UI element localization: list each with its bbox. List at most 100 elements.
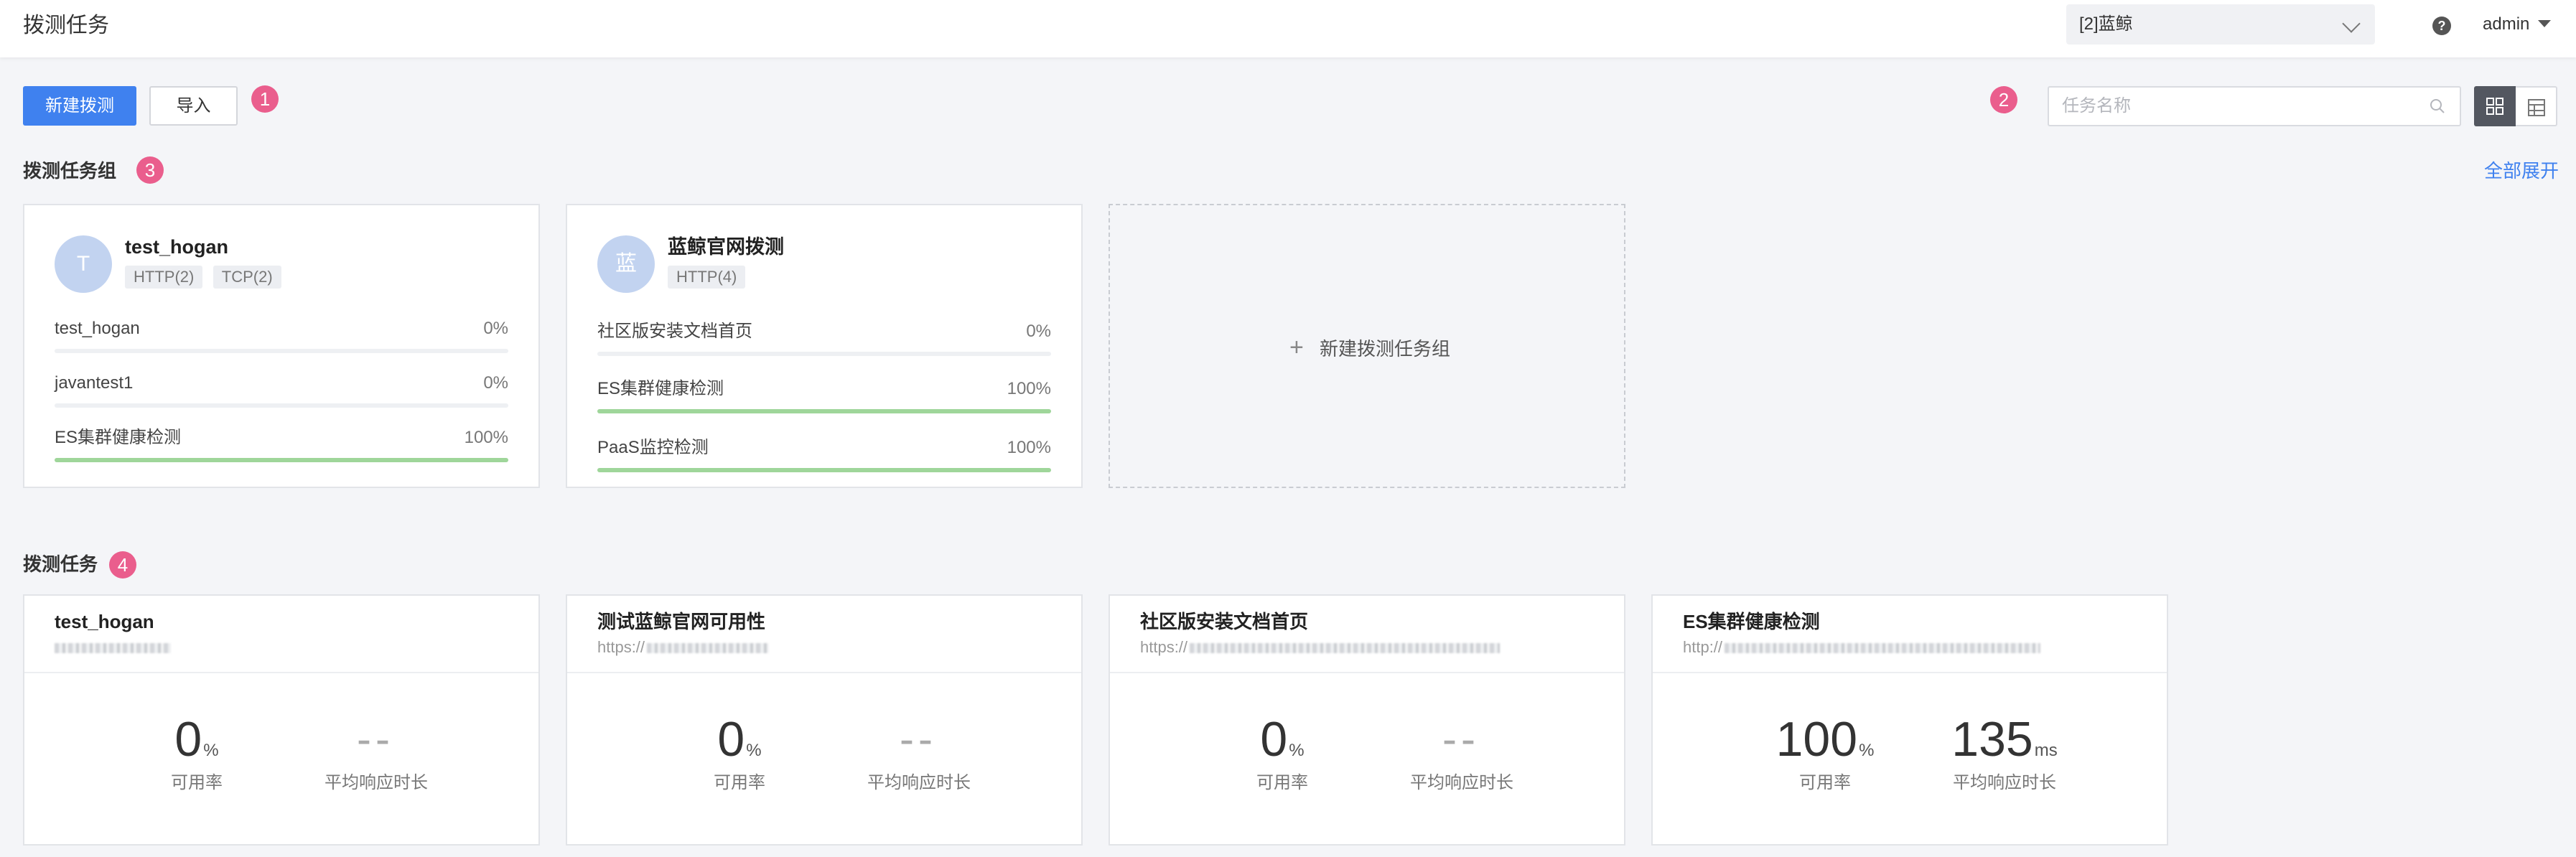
task-card-header: 测试蓝鲸官网可用性 https://	[567, 596, 1081, 673]
avg-response-value: --	[357, 715, 394, 763]
task-card[interactable]: 测试蓝鲸官网可用性 https:// 0% 可用率 -- 平均响应时长	[566, 594, 1083, 846]
progress-bar	[597, 468, 1051, 472]
availability-value: 0	[717, 712, 745, 767]
group-task-row[interactable]: javantest1 0%	[55, 372, 508, 408]
group-task-row[interactable]: 社区版安装文档首页 0%	[597, 320, 1051, 356]
task-address-text: https://	[597, 638, 645, 656]
username: admin	[2483, 14, 2530, 34]
redacted-address	[55, 643, 171, 654]
availability-label: 可用率	[171, 773, 223, 792]
grid-view-icon	[2486, 98, 2503, 115]
new-task-group-label: 新建拨测任务组	[1320, 338, 1451, 360]
avg-response-label: 平均响应时长	[325, 773, 428, 792]
task-card[interactable]: 社区版安装文档首页 https:// 0% 可用率 -- 平均响应时长	[1109, 594, 1625, 846]
avg-response-unit: ms	[2034, 741, 2058, 760]
avg-response-metric: -- 平均响应时长	[1383, 711, 1541, 795]
avg-response-value: --	[1442, 715, 1480, 763]
task-group-card[interactable]: 蓝 蓝鲸官网拨测 HTTP(4) 社区版安装文档首页 0% ES集群健康检测 1…	[566, 204, 1083, 488]
availability-label: 可用率	[714, 773, 765, 792]
availability-label: 可用率	[1256, 773, 1308, 792]
task-card-header: ES集群健康检测 http://	[1653, 596, 2167, 673]
new-dial-test-button[interactable]: 新建拨测	[23, 86, 136, 126]
avatar: 蓝	[597, 235, 655, 293]
task-card[interactable]: test_hogan 0% 可用率 -- 平均响应时长	[23, 594, 540, 846]
progress-bar	[597, 409, 1051, 413]
protocol-tag: TCP(2)	[213, 266, 281, 289]
group-task-percent: 100%	[464, 428, 508, 447]
availability-value: 0	[174, 712, 202, 767]
task-address-text: http://	[1683, 638, 1723, 656]
group-task-percent: 0%	[483, 373, 508, 393]
avg-response-label: 平均响应时长	[1410, 773, 1513, 792]
availability-unit: %	[1859, 741, 1875, 760]
plus-icon: +	[1289, 334, 1304, 361]
protocol-tag: HTTP(4)	[668, 266, 746, 289]
team-select[interactable]: [2]蓝鲸	[2066, 4, 2375, 45]
user-menu[interactable]: admin	[2483, 11, 2552, 37]
group-task-name: ES集群健康检测	[597, 379, 724, 398]
help-icon[interactable]: ?	[2432, 17, 2451, 35]
task-address: https://	[597, 636, 770, 659]
group-task-row[interactable]: ES集群健康检测 100%	[55, 426, 508, 462]
avg-response-label: 平均响应时长	[1953, 773, 2056, 792]
import-button[interactable]: 导入	[149, 86, 238, 126]
task-name: ES集群健康检测	[1683, 611, 1820, 632]
task-address	[55, 636, 171, 659]
card-view-button[interactable]	[2474, 86, 2516, 126]
group-task-row[interactable]: test_hogan 0%	[55, 317, 508, 353]
availability-metric: 0% 可用率	[139, 711, 254, 795]
avatar: T	[55, 235, 112, 293]
marker-badge-2: 2	[1990, 86, 2017, 113]
group-tags: HTTP(4)	[668, 266, 752, 289]
availability-label: 可用率	[1799, 773, 1851, 792]
task-search[interactable]	[2048, 86, 2461, 126]
progress-bar	[55, 458, 508, 462]
group-task-name: 社区版安装文档首页	[597, 322, 752, 341]
group-task-percent: 0%	[483, 319, 508, 338]
avg-response-label: 平均响应时长	[867, 773, 971, 792]
task-name: test_hogan	[55, 611, 154, 632]
task-card[interactable]: ES集群健康检测 http:// 100% 可用率 135ms 平均响应时长	[1651, 594, 2168, 846]
progress-fill	[597, 468, 1051, 472]
table-view-button[interactable]	[2516, 86, 2557, 126]
search-icon[interactable]	[2430, 98, 2445, 114]
page-title: 拨测任务	[23, 14, 109, 37]
marker-badge-4: 4	[109, 551, 136, 579]
availability-metric: 100% 可用率	[1768, 711, 1882, 795]
task-name: 社区版安装文档首页	[1140, 611, 1309, 632]
task-address-text: https://	[1140, 638, 1188, 656]
expand-all-link[interactable]: 全部展开	[2484, 158, 2559, 184]
availability-metric: 0% 可用率	[1225, 711, 1340, 795]
availability-unit: %	[746, 741, 762, 760]
group-task-name: test_hogan	[55, 319, 140, 338]
protocol-tag: HTTP(2)	[125, 266, 203, 289]
availability-value: 0	[1260, 712, 1288, 767]
new-task-group-button[interactable]: + 新建拨测任务组	[1109, 204, 1625, 488]
tasks-heading: 拨测任务	[23, 553, 98, 575]
marker-badge-1: 1	[251, 85, 279, 113]
progress-fill	[55, 458, 508, 462]
table-view-icon	[2528, 99, 2545, 116]
group-task-name: javantest1	[55, 373, 134, 393]
top-bar: 拨测任务 [2]蓝鲸 ? admin	[0, 0, 2576, 57]
progress-bar	[55, 403, 508, 408]
chevron-down-icon	[2342, 14, 2361, 33]
avg-response-value: 135	[1951, 712, 2033, 767]
redacted-address	[647, 643, 770, 654]
group-name: 蓝鲸官网拨测	[668, 236, 784, 258]
redacted-address	[1190, 643, 1501, 654]
avg-response-value: --	[900, 715, 937, 763]
task-search-input[interactable]	[2049, 88, 2408, 125]
group-task-row[interactable]: PaaS监控检测 100%	[597, 436, 1051, 472]
group-task-percent: 100%	[1007, 438, 1051, 457]
task-address: https://	[1140, 636, 1501, 659]
group-task-row[interactable]: ES集群健康检测 100%	[597, 378, 1051, 413]
task-group-card[interactable]: T test_hogan HTTP(2) TCP(2) test_hogan 0…	[23, 204, 540, 488]
task-name: 测试蓝鲸官网可用性	[597, 611, 766, 632]
avg-response-metric: -- 平均响应时长	[297, 711, 455, 795]
availability-unit: %	[1289, 741, 1305, 760]
redacted-address	[1725, 643, 2041, 654]
task-card-header: test_hogan	[24, 596, 538, 673]
availability-metric: 0% 可用率	[682, 711, 797, 795]
availability-value: 100	[1775, 712, 1858, 767]
